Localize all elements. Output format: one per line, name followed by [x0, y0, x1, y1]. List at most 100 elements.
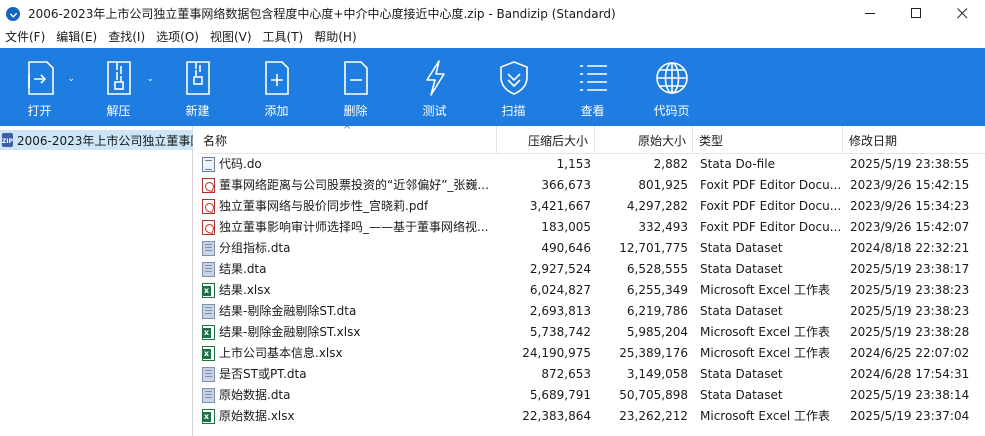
file-name: 结果-剔除金融剔除ST.xlsx — [219, 325, 361, 339]
toolbar: 打开 ⌄ 解压 ⌄ 新建 添加 删除 测试 扫描 查看 代码页 — [0, 48, 985, 126]
menu-tools[interactable]: 工具(T) — [258, 27, 310, 48]
add-label: 添加 — [264, 104, 289, 118]
file-name-cell[interactable]: 原始数据.dta — [197, 385, 497, 406]
file-name: 董事网络距离与公司股票投资的“近邻偏好”_张巍... — [219, 178, 489, 192]
extract-button[interactable]: 解压 ⌄ — [79, 48, 158, 126]
file-name-cell[interactable]: 结果.xlsx — [197, 280, 497, 301]
table-row[interactable]: 代码.do 1,153 2,882 Stata Do-file 2025/5/19 23… — [197, 154, 985, 175]
stata-dataset-icon — [202, 367, 215, 382]
menu-bar: 文件(F) 编辑(E) 查找(I) 选项(O) 视图(V) 工具(T) 帮助(H… — [0, 27, 985, 48]
menu-edit[interactable]: 编辑(E) — [51, 27, 103, 48]
original-size-cell: 6,528,555 — [626, 262, 688, 276]
view-list-icon — [573, 60, 613, 96]
modified-date-cell: 2025/5/19 23:38:23 — [850, 304, 970, 318]
maximize-icon — [910, 8, 921, 18]
test-button[interactable]: 测试 — [395, 48, 474, 126]
title-bar: 2006-2023年上市公司独立董事网络数据包含程度中心度+中介中心度接近中心度… — [0, 0, 985, 27]
menu-options[interactable]: 选项(O) — [151, 27, 205, 48]
scan-button[interactable]: 扫描 — [474, 48, 553, 126]
codepage-label: 代码页 — [653, 104, 690, 118]
add-file-icon — [257, 60, 297, 96]
tree-item-archive-root[interactable]: ZIP 2006-2023年上市公司独立董事网络数据包含程度中心度+中介中心度接… — [0, 130, 193, 150]
table-row[interactable]: 是否ST或PT.dta 872,653 3,149,058 Stata Dataset… — [197, 364, 985, 385]
original-size-cell: 50,705,898 — [619, 388, 688, 402]
compressed-size-cell: 5,689,791 — [529, 388, 591, 402]
table-row[interactable]: 结果.xlsx 6,024,827 6,255,349 Microsoft Excel… — [197, 280, 985, 301]
file-type-cell: Stata Do-file — [700, 157, 775, 171]
excel-file-icon — [202, 283, 215, 298]
file-name-cell[interactable]: 结果.dta — [197, 259, 497, 280]
open-archive-icon — [20, 60, 60, 96]
file-type-cell: Stata Dataset — [700, 262, 783, 276]
new-label: 新建 — [185, 104, 210, 118]
tree-item-label: 2006-2023年上市公司独立董事网络数据包含程度中心度+中介中心度接近中心度… — [16, 133, 193, 148]
minimize-button[interactable] — [847, 0, 893, 27]
compressed-size-cell: 2,693,813 — [529, 304, 591, 318]
stata-do-file-icon — [202, 157, 215, 172]
file-name-cell[interactable]: 结果-剔除金融剔除ST.dta — [197, 301, 497, 322]
table-row[interactable]: 董事网络距离与公司股票投资的“近邻偏好”_张巍... 366,673 801,925… — [197, 175, 985, 196]
file-name-cell[interactable]: 原始数据.xlsx — [197, 406, 497, 427]
file-name: 结果.dta — [219, 262, 267, 276]
column-header-original[interactable]: 原始大小 — [595, 126, 693, 154]
table-row[interactable]: 结果.dta 2,927,524 6,528,555 Stata Dataset 202… — [197, 259, 985, 280]
file-name-cell[interactable]: 结果-剔除金融剔除ST.xlsx — [197, 322, 497, 343]
compressed-size-cell: 5,738,742 — [529, 325, 591, 339]
codepage-button[interactable]: 代码页 — [632, 48, 711, 126]
file-name: 原始数据.dta — [219, 388, 291, 402]
file-name: 独立董事网络与股价同步性_宫晓莉.pdf — [219, 199, 429, 213]
stata-dataset-icon — [202, 304, 215, 319]
file-type-cell: Microsoft Excel 工作表 — [700, 283, 831, 297]
menu-file[interactable]: 文件(F) — [0, 27, 51, 48]
column-header-compressed[interactable]: 压缩后大小 — [497, 126, 595, 154]
file-name-cell[interactable]: 分组指标.dta — [197, 238, 497, 259]
compressed-size-cell: 3,421,667 — [529, 199, 591, 213]
file-name-cell[interactable]: 董事网络距离与公司股票投资的“近邻偏好”_张巍... — [197, 175, 497, 196]
original-size-cell: 3,149,058 — [626, 367, 688, 381]
delete-file-icon — [336, 60, 376, 96]
bandizip-app-icon — [6, 6, 20, 21]
table-row[interactable]: 独立董事影响审计师选择吗_——基于董事网络视... 183,005 332,493 F… — [197, 217, 985, 238]
file-name-cell[interactable]: 独立董事网络与股价同步性_宫晓莉.pdf — [197, 196, 497, 217]
table-row[interactable]: 原始数据.xlsx 22,383,864 23,262,212 Microsoft E… — [197, 406, 985, 427]
table-row[interactable]: 上市公司基本信息.xlsx 24,190,975 25,389,176 Microso… — [197, 343, 985, 364]
file-type-cell: Microsoft Excel 工作表 — [700, 346, 831, 360]
menu-view[interactable]: 视图(V) — [205, 27, 258, 48]
menu-help[interactable]: 帮助(H) — [309, 27, 362, 48]
file-name: 是否ST或PT.dta — [219, 367, 307, 381]
table-row[interactable]: 独立董事网络与股价同步性_宫晓莉.pdf 3,421,667 4,297,282 Fo… — [197, 196, 985, 217]
column-header-type[interactable]: 类型 — [693, 126, 843, 154]
modified-date-cell: 2025/5/19 23:38:14 — [850, 388, 970, 402]
open-button[interactable]: 打开 ⌄ — [0, 48, 79, 126]
maximize-button[interactable] — [893, 0, 939, 27]
table-row[interactable]: 原始数据.dta 5,689,791 50,705,898 Stata Dataset… — [197, 385, 985, 406]
new-button[interactable]: 新建 — [158, 48, 237, 126]
window-title: 2006-2023年上市公司独立董事网络数据包含程度中心度+中介中心度接近中心度… — [28, 7, 616, 21]
file-name-cell[interactable]: 上市公司基本信息.xlsx — [197, 343, 497, 364]
minimize-icon — [864, 13, 875, 14]
original-size-cell: 5,985,204 — [626, 325, 688, 339]
modified-date-cell: 2025/5/19 23:38:55 — [850, 157, 970, 171]
extract-dropdown-icon[interactable]: ⌄ — [146, 74, 154, 84]
excel-file-icon — [202, 325, 215, 340]
file-name: 代码.do — [219, 157, 262, 171]
table-row[interactable]: 结果-剔除金融剔除ST.dta 2,693,813 6,219,786 Stata D… — [197, 301, 985, 322]
open-dropdown-icon[interactable]: ⌄ — [67, 74, 75, 84]
column-header-name[interactable]: 名称 ^ — [197, 126, 497, 154]
column-header-modified[interactable]: 修改日期 — [843, 126, 985, 154]
modified-date-cell: 2024/6/28 17:54:31 — [850, 367, 970, 381]
table-row[interactable]: 分组指标.dta 490,646 12,701,775 Stata Dataset 20… — [197, 238, 985, 259]
file-name-cell[interactable]: 独立董事影响审计师选择吗_——基于董事网络视... — [197, 217, 497, 238]
delete-button[interactable]: 删除 — [316, 48, 395, 126]
file-name-cell[interactable]: 代码.do — [197, 154, 497, 175]
menu-find[interactable]: 查找(I) — [103, 27, 151, 48]
close-button[interactable] — [939, 0, 985, 27]
add-button[interactable]: 添加 — [237, 48, 316, 126]
file-type-cell: Foxit PDF Editor Docu... — [700, 178, 842, 192]
view-button[interactable]: 查看 — [553, 48, 632, 126]
file-name-cell[interactable]: 是否ST或PT.dta — [197, 364, 497, 385]
table-row[interactable]: 结果-剔除金融剔除ST.xlsx 5,738,742 5,985,204 Micros… — [197, 322, 985, 343]
delete-label: 删除 — [343, 104, 368, 118]
modified-date-cell: 2025/5/19 23:37:04 — [850, 409, 970, 423]
modified-date-cell: 2023/9/26 15:34:23 — [850, 199, 970, 213]
